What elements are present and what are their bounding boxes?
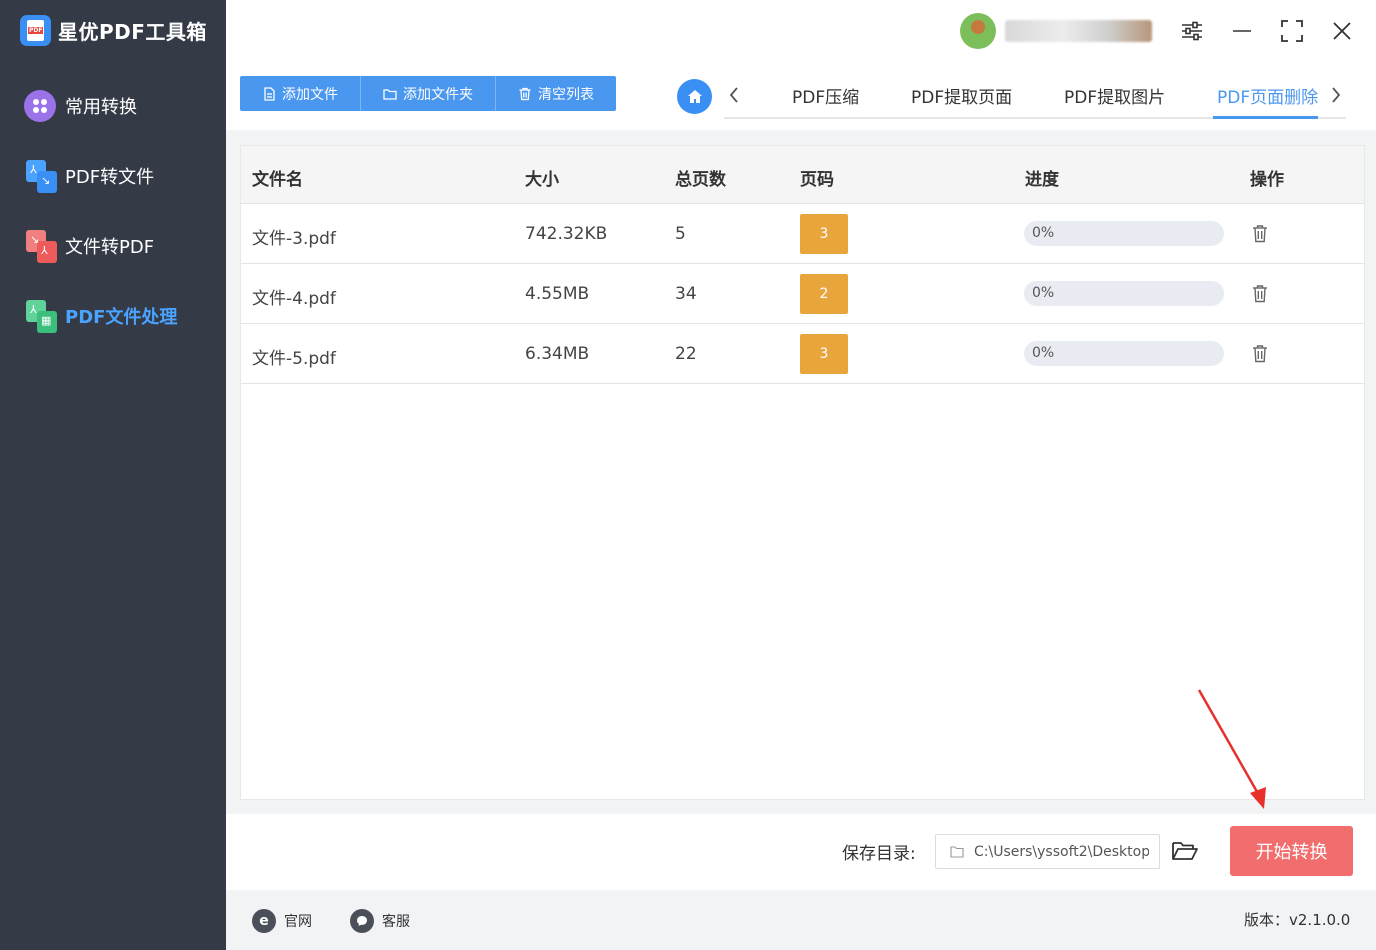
chat-bubble-icon: [350, 909, 374, 933]
save-path-input[interactable]: [974, 843, 1149, 860]
app-title: 星优PDF工具箱: [58, 19, 207, 44]
add-file-label: 添加文件: [282, 86, 338, 103]
tab-pdf-extract-images[interactable]: PDF提取图片: [1064, 83, 1165, 108]
column-header-progress: 进度: [1025, 170, 1059, 190]
website-link-label: 官网: [284, 914, 312, 930]
total-pages: 5: [675, 224, 686, 244]
fullscreen-icon[interactable]: [1277, 16, 1307, 46]
support-link[interactable]: 客服: [350, 908, 410, 934]
file-icon: [262, 86, 276, 101]
sidebar-item-pdf-to-file[interactable]: ⅄ ↘ PDF转文件: [24, 156, 154, 196]
sidebar-item-file-to-pdf[interactable]: ↘ ⅄ 文件转PDF: [24, 226, 154, 266]
progress-bar: 0%: [1024, 341, 1224, 366]
page-code-badge[interactable]: 2: [800, 274, 848, 314]
progress-text: 0%: [1032, 225, 1055, 241]
save-directory-label: 保存目录:: [842, 844, 916, 864]
pdf-to-file-icon: ⅄ ↘: [24, 159, 57, 193]
tab-pdf-delete-pages[interactable]: PDF页面删除: [1217, 83, 1318, 108]
table-row: 文件-5.pdf 6.34MB 22 3 0%: [241, 324, 1364, 384]
progress-text: 0%: [1032, 285, 1055, 301]
file-name: 文件-3.pdf: [252, 229, 336, 249]
delete-row-trash-icon[interactable]: [1251, 344, 1269, 364]
sidebar-item-label: 常用转换: [65, 97, 137, 118]
folder-outline-icon: [950, 845, 964, 858]
total-pages: 22: [675, 344, 697, 364]
common-convert-icon: [24, 89, 57, 123]
sidebar-item-label: PDF转文件: [65, 167, 155, 188]
file-size: 742.32KB: [525, 224, 608, 244]
column-header-page-code: 页码: [800, 170, 834, 190]
sidebar: 星优PDF工具箱 常用转换 ⅄ ↘ PDF转文件 ↘ ⅄ 文件转PDF ⅄ ▦ …: [0, 0, 226, 950]
page-code-badge[interactable]: 3: [800, 334, 848, 374]
tab-pdf-compress[interactable]: PDF压缩: [792, 83, 859, 108]
progress-bar: 0%: [1024, 281, 1224, 306]
sidebar-item-label: PDF文件处理: [65, 307, 178, 328]
home-icon: [687, 90, 702, 103]
total-pages: 34: [675, 284, 697, 304]
start-convert-button[interactable]: 开始转换: [1230, 826, 1353, 876]
app-logo-icon: [20, 14, 51, 46]
sidebar-item-common-convert[interactable]: 常用转换: [24, 86, 137, 126]
website-link[interactable]: e 官网: [252, 908, 312, 934]
support-link-label: 客服: [382, 914, 410, 930]
save-directory-field[interactable]: [935, 834, 1160, 869]
folder-icon: [383, 87, 397, 101]
minimize-icon[interactable]: [1227, 16, 1257, 46]
browse-folder-icon[interactable]: [1170, 836, 1200, 866]
trash-icon: [518, 87, 532, 101]
file-size: 6.34MB: [525, 344, 590, 364]
column-header-actions: 操作: [1250, 170, 1284, 190]
clear-list-button[interactable]: 清空列表: [496, 76, 616, 111]
add-file-button[interactable]: 添加文件: [240, 76, 361, 111]
tab-pdf-extract-pages[interactable]: PDF提取页面: [911, 83, 1012, 108]
active-tab-indicator: [1213, 116, 1318, 119]
user-avatar[interactable]: [960, 13, 996, 49]
table-row: 文件-4.pdf 4.55MB 34 2 0%: [241, 264, 1364, 324]
progress-text: 0%: [1032, 345, 1055, 361]
file-toolbar: 添加文件 添加文件夹 清空列表: [240, 76, 616, 111]
close-icon[interactable]: [1327, 16, 1357, 46]
version-label: 版本：v2.1.0.0: [1244, 911, 1351, 929]
pdf-processing-icon: ⅄ ▦: [24, 299, 57, 333]
add-folder-label: 添加文件夹: [403, 86, 473, 103]
file-name: 文件-4.pdf: [252, 289, 336, 309]
user-name-blurred: [1005, 20, 1152, 42]
app-header: 星优PDF工具箱: [20, 14, 207, 46]
annotation-arrow-icon: [1197, 689, 1266, 809]
file-name: 文件-5.pdf: [252, 349, 336, 369]
page-code-badge[interactable]: 3: [800, 214, 848, 254]
delete-row-trash-icon[interactable]: [1251, 284, 1269, 304]
tab-prev-arrow-icon[interactable]: [723, 84, 745, 106]
table-header: 文件名 大小 总页数 页码 进度 操作: [241, 146, 1364, 204]
delete-row-trash-icon[interactable]: [1251, 224, 1269, 244]
sidebar-item-label: 文件转PDF: [65, 237, 155, 258]
tab-next-arrow-icon[interactable]: [1325, 84, 1347, 106]
file-size: 4.55MB: [525, 284, 590, 304]
file-to-pdf-icon: ↘ ⅄: [24, 229, 57, 263]
sidebar-item-pdf-processing[interactable]: ⅄ ▦ PDF文件处理: [24, 296, 177, 336]
ie-browser-icon: e: [252, 909, 276, 933]
table-row: 文件-3.pdf 742.32KB 5 3 0%: [241, 204, 1364, 264]
column-header-filename: 文件名: [252, 170, 303, 190]
settings-sliders-icon[interactable]: [1177, 16, 1207, 46]
column-header-size: 大小: [525, 170, 559, 190]
progress-bar: 0%: [1024, 221, 1224, 246]
clear-list-label: 清空列表: [538, 86, 594, 103]
home-button[interactable]: [677, 79, 712, 114]
add-folder-button[interactable]: 添加文件夹: [361, 76, 496, 111]
column-header-total-pages: 总页数: [675, 170, 726, 190]
